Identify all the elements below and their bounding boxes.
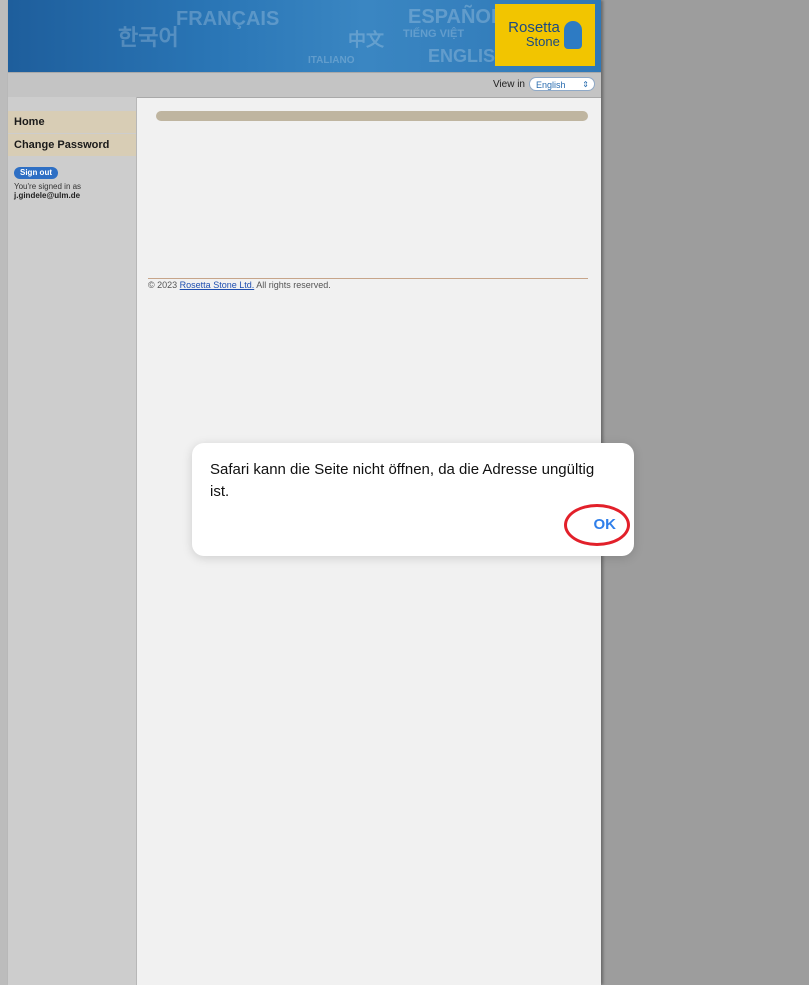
footer: © 2023 Rosetta Stone Ltd. All rights res… xyxy=(148,280,331,290)
logo-text-line2: Stone xyxy=(525,34,560,49)
header-bg-word: ESPAÑOL xyxy=(408,6,504,28)
language-selected: English xyxy=(536,80,566,90)
content-header-bar xyxy=(156,111,588,121)
sign-out-button[interactable]: Sign out xyxy=(14,167,58,179)
header-bg-word: 한국어 xyxy=(118,25,179,50)
dialog-message: Safari kann die Seite nicht öffnen, da d… xyxy=(210,461,595,500)
signed-in-label: You're signed in as xyxy=(14,182,82,191)
chevron-updown-icon: ⇕ xyxy=(582,80,589,89)
sidebar: Home Change Password Sign out You're sig… xyxy=(8,97,137,985)
rosetta-logo-icon xyxy=(563,21,582,49)
language-select[interactable]: English ⇕ xyxy=(529,77,595,91)
header-bg-word: FRANÇAIS xyxy=(176,8,280,30)
header-bg-word: 中文 xyxy=(348,30,384,50)
rights-text: All rights reserved. xyxy=(256,280,331,290)
language-bar: View in English ⇕ xyxy=(8,72,601,98)
site-header: FRANÇAIS ESPAÑOL TIẾNG VIỆT ENGLISH ITAL… xyxy=(8,0,601,72)
sidebar-item-change-password[interactable]: Change Password xyxy=(8,134,136,156)
sidebar-item-home[interactable]: Home xyxy=(8,111,136,133)
rosetta-stone-logo[interactable]: Rosetta Stone xyxy=(495,4,595,66)
copyright-text: © 2023 xyxy=(148,280,178,290)
view-in-label: View in xyxy=(492,79,525,90)
header-bg-word: ITALIANO xyxy=(308,55,355,66)
footer-divider xyxy=(148,278,588,279)
header-bg-word: TIẾNG VIỆT xyxy=(403,28,465,40)
signed-in-email: j.gindele@ulm.de xyxy=(14,191,81,200)
safari-alert-dialog: Safari kann die Seite nicht öffnen, da d… xyxy=(192,443,634,556)
rosetta-stone-link[interactable]: Rosetta Stone Ltd. xyxy=(180,280,255,290)
highlight-circle xyxy=(564,504,630,546)
